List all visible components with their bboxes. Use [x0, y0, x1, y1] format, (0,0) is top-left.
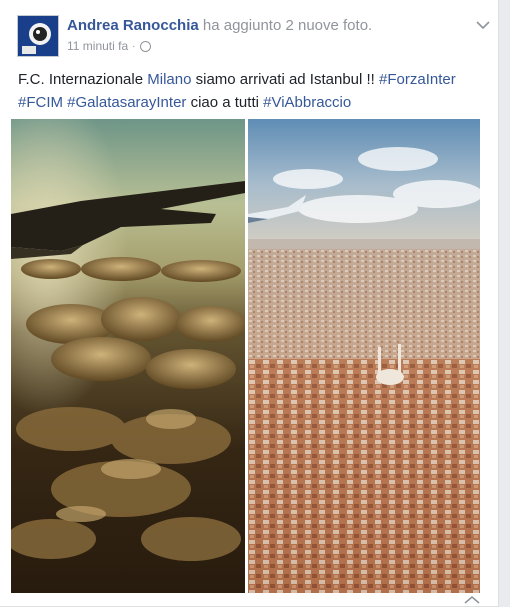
- avatar[interactable]: [17, 15, 59, 57]
- chevron-down-icon[interactable]: [476, 20, 490, 30]
- post-text-link[interactable]: Milano: [147, 71, 191, 88]
- post-text-link[interactable]: #ViAbbraccio: [263, 94, 351, 111]
- post-timestamp[interactable]: 11 minuti fa: [67, 39, 128, 53]
- post-text-link[interactable]: #GalatasarayInter: [67, 94, 186, 111]
- post-text-segment: ciao a tutti: [186, 94, 264, 111]
- post-header: Andrea Ranocchia ha aggiunto 2 nuove fot…: [67, 17, 372, 34]
- share-icon[interactable]: [464, 596, 480, 604]
- meta-separator: ·: [132, 40, 136, 52]
- photo-istanbul-aerial[interactable]: [248, 119, 480, 593]
- author-name-link[interactable]: Andrea Ranocchia: [67, 17, 199, 34]
- post-card: Andrea Ranocchia ha aggiunto 2 nuove fot…: [0, 0, 499, 607]
- post-action-text: ha aggiunto 2 nuove foto.: [202, 17, 373, 34]
- photo-airplane-wing-clouds[interactable]: [11, 119, 245, 593]
- post-meta: 11 minuti fa ·: [67, 39, 151, 53]
- post-text-link[interactable]: #ForzaInter: [379, 71, 456, 88]
- post-text-link[interactable]: #FCIM: [18, 94, 63, 111]
- post-text-segment: siamo arrivati ad Istanbul !!: [191, 71, 380, 88]
- post-text: F.C. Internazionale Milano siamo arrivat…: [18, 68, 496, 114]
- globe-icon[interactable]: [139, 40, 151, 52]
- post-text-segment: F.C. Internazionale: [18, 71, 148, 88]
